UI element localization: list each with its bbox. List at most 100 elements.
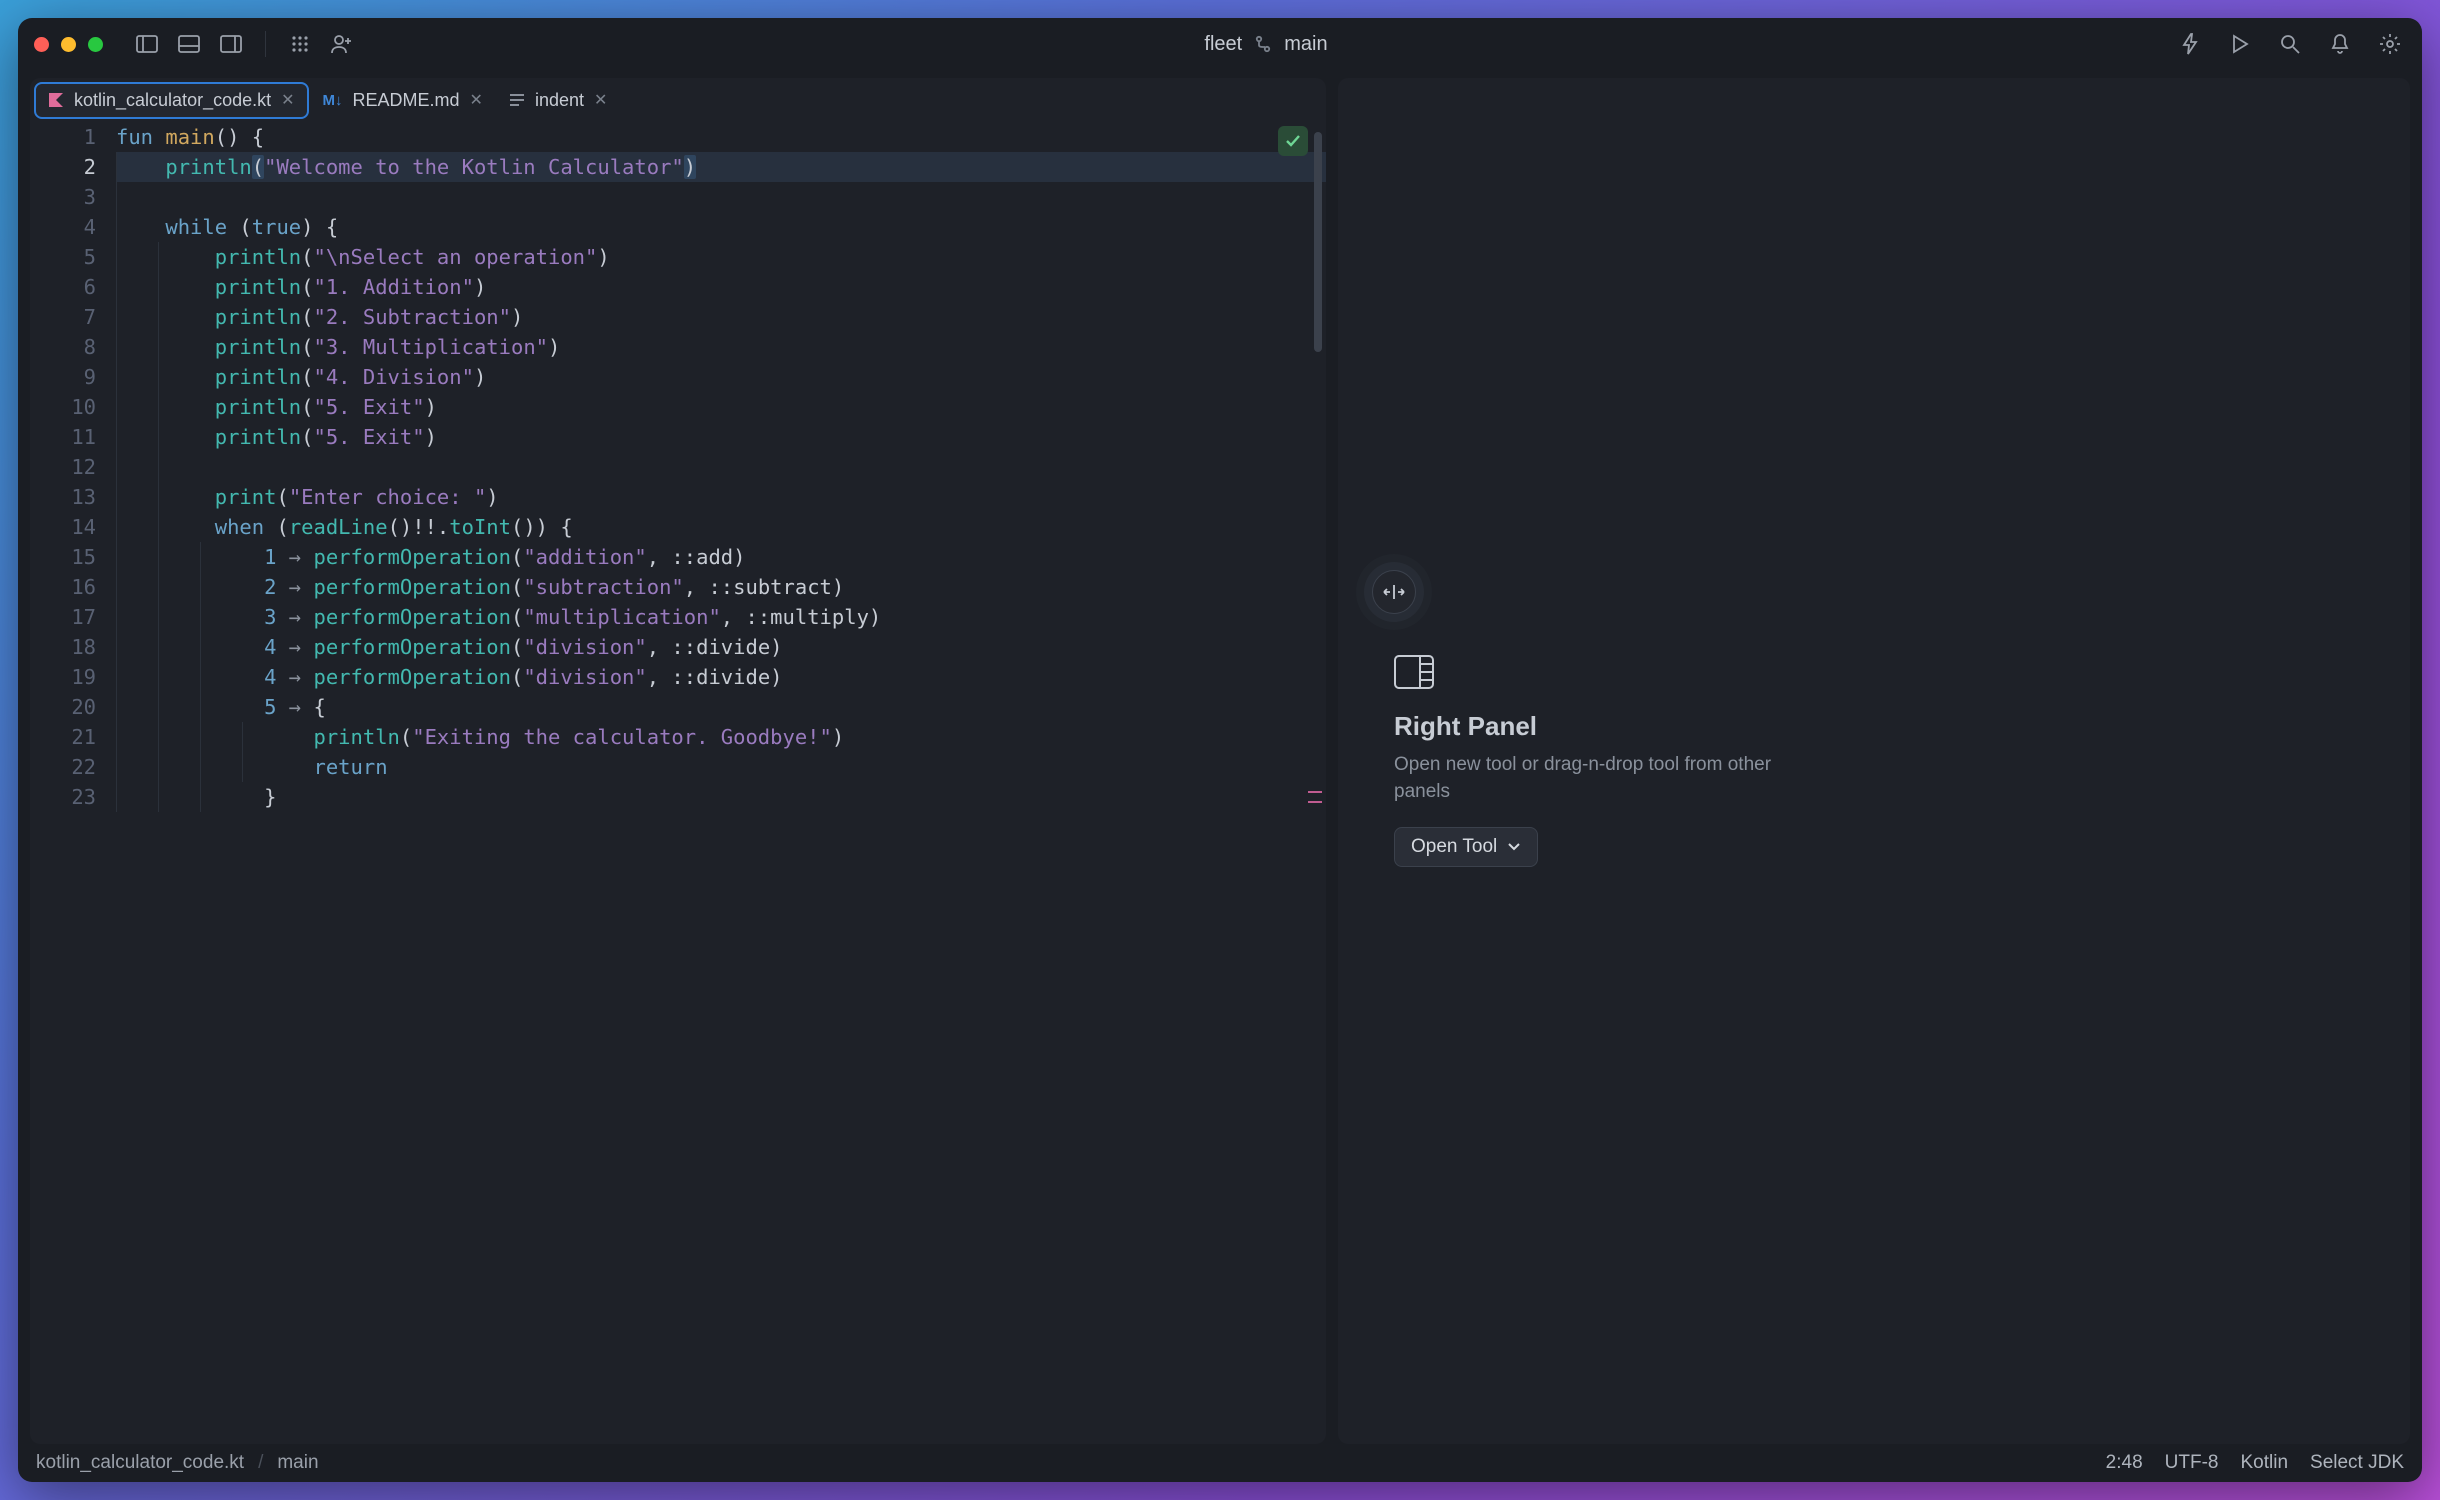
code-line[interactable]: println("Exiting the calculator. Goodbye… — [116, 722, 1326, 752]
branch-icon — [1254, 35, 1272, 53]
line-number[interactable]: 19 — [30, 662, 96, 692]
bell-icon[interactable] — [2324, 28, 2356, 60]
status-ok-icon[interactable] — [1278, 126, 1308, 156]
line-number[interactable]: 20 — [30, 692, 96, 722]
code-line[interactable] — [116, 452, 1326, 482]
app-window: fleet main kotlin_ — [18, 18, 2422, 1482]
code-line[interactable]: 4 → performOperation("division", ::divid… — [116, 632, 1326, 662]
code-line[interactable]: 5 → { — [116, 692, 1326, 722]
code-line[interactable]: 1 → performOperation("addition", ::add) — [116, 542, 1326, 572]
bolt-icon[interactable] — [2174, 28, 2206, 60]
branch-name[interactable]: main — [1284, 33, 1327, 56]
title-right — [2174, 28, 2406, 60]
code-line[interactable]: 4 → performOperation("division", ::divid… — [116, 662, 1326, 692]
pane-resize-handle[interactable] — [1372, 570, 1416, 614]
code-line[interactable]: println("5. Exit") — [116, 392, 1326, 422]
cursor-position[interactable]: 2:48 — [2106, 1452, 2143, 1474]
line-number[interactable]: 14 — [30, 512, 96, 542]
right-panel-toggle[interactable] — [215, 28, 247, 60]
status-bar: kotlin_calculator_code.kt / main 2:48 UT… — [18, 1444, 2422, 1482]
line-number[interactable]: 1 — [30, 122, 96, 152]
open-tool-button[interactable]: Open Tool — [1394, 827, 1538, 867]
right-panel: Right Panel Open new tool or drag-n-drop… — [1338, 78, 2410, 1444]
line-number[interactable]: 8 — [30, 332, 96, 362]
code-line[interactable]: 2 → performOperation("subtraction", ::su… — [116, 572, 1326, 602]
code-line[interactable]: while (true) { — [116, 212, 1326, 242]
code-line[interactable] — [116, 182, 1326, 212]
line-gutter: 1234567891011121314151617181920212223 — [30, 122, 116, 1444]
line-number[interactable]: 12 — [30, 452, 96, 482]
maximize-window-button[interactable] — [88, 37, 103, 52]
jdk-selector[interactable]: Select JDK — [2310, 1452, 2404, 1474]
code-line[interactable]: fun main() { — [116, 122, 1326, 152]
tab-close-icon[interactable]: ✕ — [470, 90, 483, 110]
code-line[interactable]: println("2. Subtraction") — [116, 302, 1326, 332]
code-line[interactable]: println("Welcome to the Kotlin Calculato… — [116, 152, 1326, 182]
code-line[interactable]: print("Enter choice: ") — [116, 482, 1326, 512]
code-line[interactable]: println("5. Exit") — [116, 422, 1326, 452]
line-number[interactable]: 2 — [30, 152, 96, 182]
editor-body[interactable]: 1234567891011121314151617181920212223 fu… — [30, 122, 1326, 1444]
line-number[interactable]: 10 — [30, 392, 96, 422]
search-icon[interactable] — [2274, 28, 2306, 60]
line-number[interactable]: 17 — [30, 602, 96, 632]
line-number[interactable]: 11 — [30, 422, 96, 452]
right-panel-desc: Open new tool or drag-n-drop tool from o… — [1394, 752, 1814, 805]
tab-close-icon[interactable]: ✕ — [281, 90, 294, 110]
line-number[interactable]: 22 — [30, 752, 96, 782]
run-icon[interactable] — [2224, 28, 2256, 60]
line-number[interactable]: 7 — [30, 302, 96, 332]
code-line[interactable]: return — [116, 752, 1326, 782]
code-line[interactable]: 3 → performOperation("multiplication", :… — [116, 602, 1326, 632]
breadcrumb[interactable]: kotlin_calculator_code.kt / main — [36, 1452, 319, 1474]
vertical-scrollbar[interactable] — [1314, 132, 1322, 661]
code-line[interactable]: } — [116, 782, 1326, 812]
tabs-bar: kotlin_calculator_code.kt✕M↓README.md✕in… — [30, 78, 1326, 122]
code-line[interactable]: println("1. Addition") — [116, 272, 1326, 302]
bottom-panel-toggle[interactable] — [173, 28, 205, 60]
line-number[interactable]: 15 — [30, 542, 96, 572]
main-area: kotlin_calculator_code.kt✕M↓README.md✕in… — [18, 70, 2422, 1444]
line-number[interactable]: 4 — [30, 212, 96, 242]
line-number[interactable]: 23 — [30, 782, 96, 812]
add-user-icon[interactable] — [326, 28, 358, 60]
title-center: fleet main — [368, 33, 2164, 56]
line-number[interactable]: 9 — [30, 362, 96, 392]
breadcrumb-sep: / — [258, 1452, 263, 1474]
encoding[interactable]: UTF-8 — [2165, 1452, 2219, 1474]
code-line[interactable]: println("\nSelect an operation") — [116, 242, 1326, 272]
line-number[interactable]: 16 — [30, 572, 96, 602]
language[interactable]: Kotlin — [2240, 1452, 2288, 1474]
line-number[interactable]: 5 — [30, 242, 96, 272]
text-file-icon — [509, 93, 525, 107]
minimize-window-button[interactable] — [61, 37, 76, 52]
code-line[interactable]: when (readLine()!!.toInt()) { — [116, 512, 1326, 542]
breadcrumb-file: kotlin_calculator_code.kt — [36, 1452, 244, 1474]
kotlin-file-icon — [48, 92, 64, 108]
line-number[interactable]: 13 — [30, 482, 96, 512]
tab-txt[interactable]: indent ✕ — [497, 84, 619, 117]
chevron-down-icon — [1507, 842, 1521, 852]
code-line[interactable]: println("3. Multiplication") — [116, 332, 1326, 362]
left-panel-toggle[interactable] — [131, 28, 163, 60]
line-number[interactable]: 21 — [30, 722, 96, 752]
tab-label: indent — [535, 90, 584, 111]
markdown-file-icon: M↓ — [323, 92, 343, 109]
code-area[interactable]: fun main() { println("Welcome to the Kot… — [116, 122, 1326, 1444]
tab-md[interactable]: M↓README.md✕ — [311, 84, 495, 117]
gear-icon[interactable] — [2374, 28, 2406, 60]
right-panel-title: Right Panel — [1394, 711, 1537, 742]
line-number[interactable]: 18 — [30, 632, 96, 662]
line-number[interactable]: 3 — [30, 182, 96, 212]
tab-kt[interactable]: kotlin_calculator_code.kt✕ — [34, 82, 309, 119]
project-name[interactable]: fleet — [1204, 33, 1242, 56]
code-line[interactable]: println("4. Division") — [116, 362, 1326, 392]
apps-grid-icon[interactable] — [284, 28, 316, 60]
divider — [265, 31, 266, 57]
panel-icon — [1394, 655, 1434, 689]
open-tool-label: Open Tool — [1411, 836, 1497, 858]
tab-close-icon[interactable]: ✕ — [594, 90, 607, 110]
line-number[interactable]: 6 — [30, 272, 96, 302]
close-window-button[interactable] — [34, 37, 49, 52]
window-controls — [34, 37, 103, 52]
